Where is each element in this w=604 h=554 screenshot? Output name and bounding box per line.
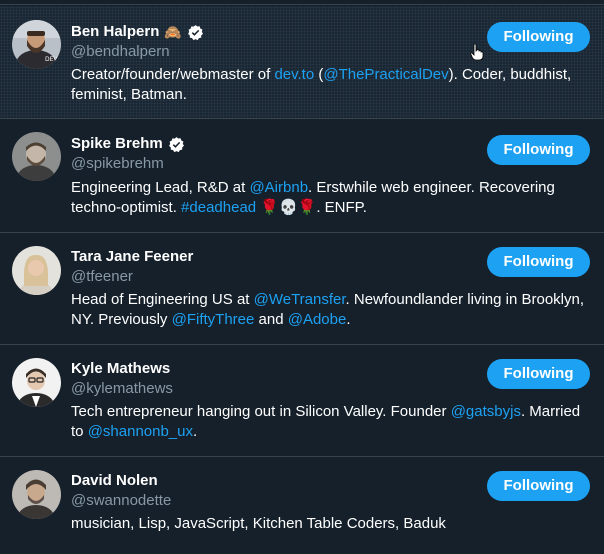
user-name-line: Spike Brehm <box>71 134 185 154</box>
user-name[interactable]: David Nolen <box>71 471 158 491</box>
bio-text: . <box>193 423 198 440</box>
user-bio: musician, Lisp, JavaScript, Kitchen Tabl… <box>71 514 586 534</box>
following-button[interactable]: Following <box>487 471 590 501</box>
user-handle[interactable]: @tfeener <box>71 267 133 287</box>
avatar[interactable] <box>12 470 61 519</box>
bio-text: Creator/founder/webmaster of <box>71 66 275 83</box>
bio-link[interactable]: #deadhead <box>181 199 256 216</box>
bio-text: . <box>346 311 351 328</box>
bio-link[interactable]: @gatsbyjs <box>451 403 521 420</box>
avatar[interactable] <box>12 132 61 181</box>
bio-text: ( <box>314 66 324 83</box>
bio-text: 🌹💀🌹. ENFP. <box>256 199 367 216</box>
user-name[interactable]: Spike Brehm <box>71 134 163 154</box>
user-name[interactable]: Tara Jane Feener <box>71 247 193 267</box>
user-name-line: Kyle Mathews <box>71 359 170 379</box>
avatar[interactable]: DEV <box>12 20 61 69</box>
user-name-line: Ben Halpern 🙈 <box>71 22 204 42</box>
user-name-line: Tara Jane Feener <box>71 247 193 267</box>
name-emoji: 🙈 <box>164 24 182 40</box>
hand-cursor-icon <box>470 43 484 66</box>
user-bio: Creator/founder/webmaster of dev.to (@Th… <box>71 65 586 105</box>
svg-text:DEV: DEV <box>45 56 58 63</box>
bio-link[interactable]: @Airbnb <box>249 179 308 196</box>
bio-text: Tech entrepreneur hanging out in Silicon… <box>71 403 451 420</box>
user-name[interactable]: Ben Halpern <box>71 22 159 42</box>
bio-link[interactable]: @Adobe <box>288 311 347 328</box>
following-button[interactable]: Following <box>487 247 590 277</box>
user-row[interactable]: Spike Brehm @spikebrehm Following Engine… <box>0 120 604 233</box>
user-handle[interactable]: @kylemathews <box>71 379 173 399</box>
bio-link[interactable]: @FiftyThree <box>172 311 255 328</box>
user-row[interactable]: Tara Jane Feener @tfeener Following Head… <box>0 234 604 345</box>
user-bio: Tech entrepreneur hanging out in Silicon… <box>71 402 586 442</box>
user-name[interactable]: Kyle Mathews <box>71 359 170 379</box>
bio-text: Engineering Lead, R&D at <box>71 179 250 196</box>
bio-link[interactable]: dev.to <box>274 66 314 83</box>
bio-text: and <box>254 311 288 328</box>
user-row[interactable]: David Nolen @swannodette Following music… <box>0 458 604 554</box>
user-bio: Head of Engineering US at @WeTransfer. N… <box>71 290 586 330</box>
bio-text: Head of Engineering US at <box>71 291 254 308</box>
following-list: DEV Ben Halpern 🙈 @bendhalpern Following… <box>0 0 604 554</box>
bio-link[interactable]: @ThePracticalDev <box>323 66 448 83</box>
verified-badge-icon <box>187 24 204 41</box>
bio-text: musician, Lisp, JavaScript, Kitchen Tabl… <box>71 515 446 532</box>
bio-link[interactable]: @shannonb_ux <box>88 423 193 440</box>
following-button[interactable]: Following <box>487 135 590 165</box>
following-button[interactable]: Following <box>487 22 590 52</box>
user-handle[interactable]: @swannodette <box>71 491 171 511</box>
user-row[interactable]: Kyle Mathews @kylemathews Following Tech… <box>0 346 604 457</box>
avatar[interactable] <box>12 246 61 295</box>
user-name-line: David Nolen <box>71 471 158 491</box>
user-bio: Engineering Lead, R&D at @Airbnb. Erstwh… <box>71 178 586 218</box>
user-row[interactable]: DEV Ben Halpern 🙈 @bendhalpern Following… <box>0 6 604 119</box>
avatar[interactable] <box>12 358 61 407</box>
bio-link[interactable]: @WeTransfer <box>254 291 346 308</box>
verified-badge-icon <box>168 136 185 153</box>
following-button[interactable]: Following <box>487 359 590 389</box>
list-top-divider <box>0 0 604 5</box>
user-handle[interactable]: @bendhalpern <box>71 42 170 62</box>
user-handle[interactable]: @spikebrehm <box>71 154 164 174</box>
